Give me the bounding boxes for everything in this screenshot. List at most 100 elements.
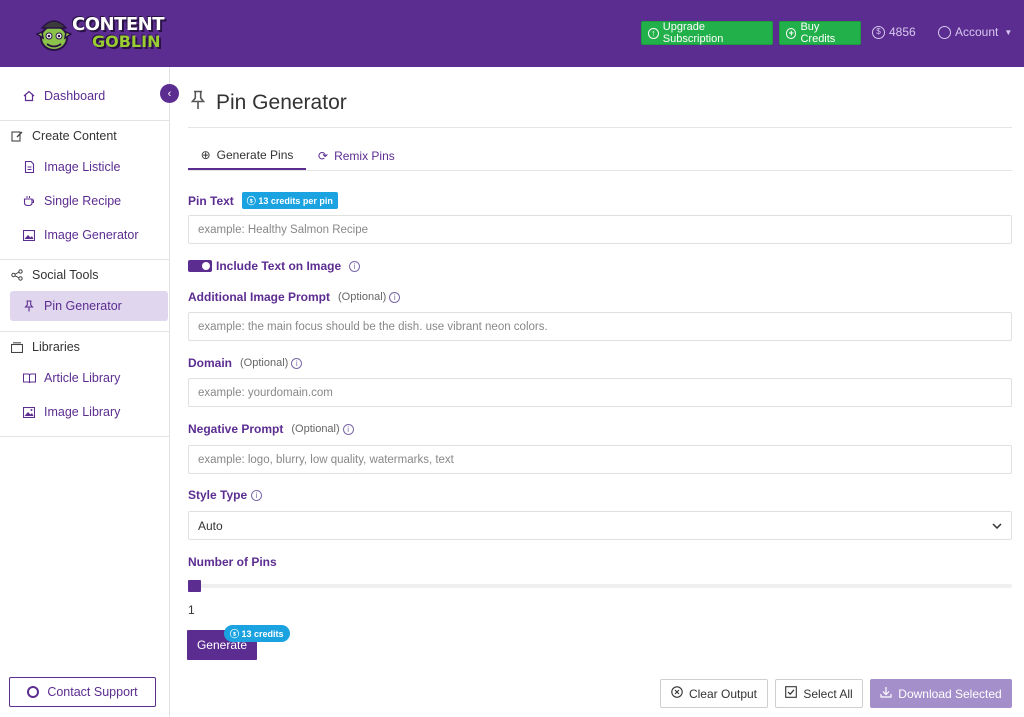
credits-balance-value: 4856 (889, 25, 916, 39)
info-icon[interactable]: i (291, 357, 303, 369)
select-all-button[interactable]: Select All (775, 679, 863, 708)
include-text-label-text: Include Text on Image (216, 259, 342, 273)
sidebar-divider (0, 259, 169, 260)
sidebar-item-pin-generator[interactable]: Pin Generator (10, 291, 168, 321)
pin-text-label: Pin Text ⓢ 13 credits per pin (188, 192, 338, 209)
checkbox-icon (785, 686, 798, 701)
pin-icon (22, 299, 36, 313)
close-circle-icon (671, 686, 683, 701)
domain-label-text: Domain (188, 356, 233, 370)
sidebar-item-label: Article Library (44, 371, 121, 385)
optional-text: (Optional) (338, 291, 387, 303)
collapse-sidebar-button[interactable]: ‹ (160, 84, 179, 103)
sidebar-section-title: Social Tools (32, 268, 99, 282)
page-title-text: Pin Generator (216, 91, 347, 114)
account-menu[interactable]: Account ▼ (938, 25, 1012, 39)
sidebar-item-article-library[interactable]: Article Library (10, 363, 168, 393)
top-header: CONTENT GOBLIN ↑ Upgrade Subscription + … (0, 0, 1024, 67)
sidebar-item-image-generator[interactable]: Image Generator (10, 220, 168, 250)
sidebar-section-social-tools: Social Tools (10, 262, 168, 288)
plus-circle-icon: + (786, 27, 797, 39)
page-title: Pin Generator (190, 90, 347, 116)
additional-prompt-label: Additional Image Prompt (Optional) i (188, 290, 401, 304)
sidebar-item-image-listicle[interactable]: Image Listicle (10, 152, 168, 182)
caret-down-icon: ▼ (1004, 27, 1013, 37)
sidebar-item-single-recipe[interactable]: Single Recipe (10, 186, 168, 216)
negative-prompt-label-text: Negative Prompt (188, 422, 284, 436)
sidebar-section-title: Libraries (32, 340, 80, 354)
sidebar-divider (0, 436, 169, 437)
book-open-icon (22, 371, 36, 385)
logo[interactable]: CONTENT GOBLIN (34, 12, 165, 56)
upgrade-subscription-button[interactable]: ↑ Upgrade Subscription (641, 21, 773, 45)
sidebar-item-label: Single Recipe (44, 194, 122, 208)
coin-icon: ⓢ (230, 629, 242, 639)
user-circle-icon (938, 25, 951, 39)
sidebar-section-libraries: Libraries (10, 334, 168, 360)
include-text-label: Include Text on Image i (216, 259, 361, 273)
sidebar-item-label: Dashboard (44, 89, 106, 103)
sidebar-divider (0, 120, 169, 121)
buy-credits-button[interactable]: + Buy Credits (779, 21, 861, 45)
title-divider (188, 127, 1012, 128)
images-icon (22, 405, 36, 419)
clear-output-button[interactable]: Clear Output (660, 679, 768, 708)
download-icon (880, 686, 892, 701)
info-icon[interactable]: i (251, 489, 263, 501)
logo-text-goblin: GOBLIN (92, 32, 161, 51)
image-icon (22, 228, 36, 242)
generate-credits-badge: ⓢ 13 credits (224, 625, 290, 642)
toggle-knob (202, 262, 210, 270)
home-icon (22, 89, 36, 103)
info-icon[interactable]: i (342, 423, 354, 435)
style-type-select[interactable]: Auto (188, 511, 1012, 540)
negative-prompt-label: Negative Prompt (Optional) i (188, 422, 354, 436)
chevron-left-icon: ‹ (167, 87, 172, 100)
download-selected-button[interactable]: Download Selected (870, 679, 1012, 708)
document-icon (22, 160, 36, 174)
number-of-pins-slider-track[interactable] (188, 584, 1012, 588)
credits-per-pin-text: 13 credits per pin (258, 196, 333, 206)
include-text-toggle[interactable] (188, 260, 212, 272)
coin-icon: ⓢ (246, 196, 259, 206)
domain-input[interactable] (188, 378, 1012, 407)
sidebar-item-image-library[interactable]: Image Library (10, 397, 168, 427)
pin-text-input[interactable] (188, 215, 1012, 244)
pin-text-label-text: Pin Text (188, 193, 234, 208)
lifebuoy-icon (27, 686, 40, 698)
pin-icon (190, 90, 206, 116)
sidebar-section-create-content: Create Content (10, 123, 168, 149)
clear-output-label: Clear Output (688, 686, 758, 701)
account-label: Account (955, 25, 999, 39)
info-icon[interactable]: i (389, 291, 401, 303)
sidebar-item-label: Image Library (44, 405, 121, 419)
plus-circle-icon: ⊕ (200, 148, 211, 162)
generate-credits-text: 13 credits (241, 629, 284, 639)
info-icon[interactable]: i (349, 260, 361, 272)
contact-support-button[interactable]: Contact Support (9, 677, 156, 707)
additional-prompt-input[interactable] (188, 312, 1012, 341)
upgrade-subscription-label: Upgrade Subscription (662, 21, 724, 45)
refresh-icon: ⟳ (318, 149, 329, 163)
number-of-pins-label-text: Number of Pins (188, 555, 277, 569)
download-selected-label: Download Selected (898, 686, 1002, 701)
tab-label: Remix Pins (334, 149, 395, 163)
goblin-logo-icon (35, 20, 73, 51)
select-all-label: Select All (803, 686, 853, 701)
number-of-pins-value: 1 (188, 603, 195, 617)
coin-icon: $ (872, 25, 885, 39)
sidebar-item-dashboard[interactable]: Dashboard (10, 81, 168, 111)
negative-prompt-input[interactable] (188, 445, 1012, 474)
credits-balance: $ 4856 (872, 25, 916, 39)
tab-label: Generate Pins (216, 148, 294, 162)
tab-remix-pins[interactable]: ⟳ Remix Pins (318, 142, 395, 170)
sidebar-section-title: Create Content (32, 129, 117, 143)
arrow-up-circle-icon: ↑ (648, 27, 659, 39)
share-icon (10, 268, 24, 282)
domain-label: Domain (Optional) i (188, 356, 303, 370)
tab-generate-pins[interactable]: ⊕ Generate Pins (188, 142, 306, 170)
sidebar-item-label: Pin Generator (44, 299, 122, 313)
optional-text: (Optional) (291, 423, 340, 435)
number-of-pins-slider-handle[interactable] (188, 580, 201, 592)
credits-per-pin-badge: ⓢ 13 credits per pin (241, 192, 338, 209)
